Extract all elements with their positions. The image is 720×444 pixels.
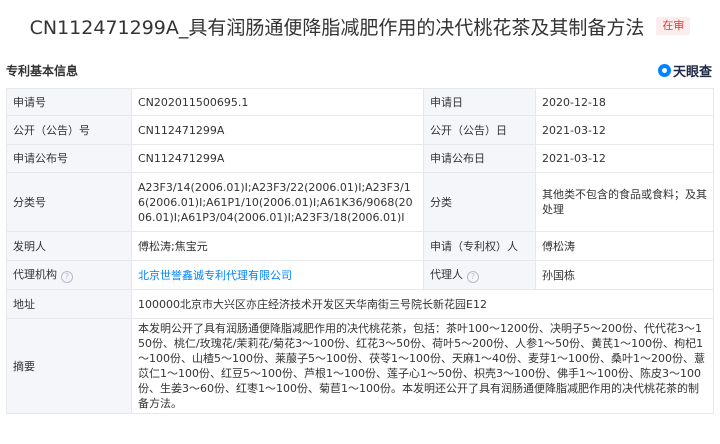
publication-no-value: CN112471299A <box>131 115 424 145</box>
publication-no-label: 公开（公告）号 <box>6 115 132 145</box>
section-title: 专利基本信息 <box>6 63 79 78</box>
application-no-label: 申请号 <box>6 88 132 116</box>
app-pub-no-value: CN112471299A <box>131 144 424 173</box>
agent-label: 代理人 <box>430 268 463 281</box>
agent-label-cell: 代理人? <box>423 260 536 290</box>
ipc-label: 分类号 <box>6 172 132 232</box>
publication-date-value: 2021-03-12 <box>535 115 714 145</box>
status-badge: 在审 <box>656 17 691 35</box>
applicant-value: 傅松涛 <box>535 231 714 261</box>
help-icon[interactable]: ? <box>467 271 479 283</box>
app-pub-date-label: 申请公布日 <box>423 144 536 173</box>
agency-label: 代理机构 <box>13 268 57 281</box>
title-row: CN112471299A_具有润肠通便降脂减肥作用的决代桃花茶及其制备方法 在审 <box>0 0 720 52</box>
applicant-label: 申请（专利权）人 <box>423 231 536 261</box>
publication-date-label: 公开（公告）日 <box>423 115 536 145</box>
application-date-label: 申请日 <box>423 88 536 116</box>
abstract-label: 摘要 <box>6 318 132 414</box>
app-pub-date-value: 2021-03-12 <box>535 144 714 173</box>
patent-info-table: 申请号 CN202011500695.1 申请日 2020-12-18 公开（公… <box>6 88 714 414</box>
inventor-label: 发明人 <box>6 231 132 261</box>
abstract-value: 本发明公开了具有润肠通便降脂减肥作用的决代桃花茶，包括：茶叶100～1200份、… <box>131 318 714 414</box>
table-row: 公开（公告）号 CN112471299A 公开（公告）日 2021-03-12 <box>6 115 714 145</box>
table-row: 代理机构? 北京世誉鑫诚专利代理有限公司 代理人? 孙国栋 <box>6 260 714 290</box>
app-pub-no-label: 申请公布号 <box>6 144 132 173</box>
brand-name: 天眼查 <box>672 64 712 80</box>
application-date-value: 2020-12-18 <box>535 88 714 116</box>
agency-label-cell: 代理机构? <box>6 260 132 290</box>
category-label: 分类 <box>423 172 536 232</box>
table-row: 发明人 傅松涛;焦宝元 申请（专利权）人 傅松涛 <box>6 231 714 261</box>
table-row: 摘要 本发明公开了具有润肠通便降脂减肥作用的决代桃花茶，包括：茶叶100～120… <box>6 318 714 414</box>
category-value: 其他类不包含的食品或食料；及其处理 <box>535 172 714 232</box>
table-row: 分类号 A23F3/14(2006.01)I;A23F3/22(2006.01)… <box>6 172 714 232</box>
help-icon[interactable]: ? <box>61 271 73 283</box>
table-row: 地址 100000北京市大兴区亦庄经济技术开发区天华南街三号院长新花园E12 <box>6 289 714 319</box>
application-no-value: CN202011500695.1 <box>131 88 424 116</box>
brand-logo[interactable]: 天眼查 <box>657 61 712 80</box>
tianyancha-icon <box>657 63 671 77</box>
section-header: 专利基本信息 天眼查 <box>6 60 712 80</box>
agent-value: 孙国栋 <box>535 260 714 290</box>
inventor-value: 傅松涛;焦宝元 <box>131 231 424 261</box>
address-value: 100000北京市大兴区亦庄经济技术开发区天华南街三号院长新花园E12 <box>131 289 714 319</box>
ipc-value: A23F3/14(2006.01)I;A23F3/22(2006.01)I;A2… <box>131 172 424 232</box>
table-row: 申请号 CN202011500695.1 申请日 2020-12-18 <box>6 88 714 116</box>
patent-title: CN112471299A_具有润肠通便降脂减肥作用的决代桃花茶及其制备方法 <box>29 16 645 39</box>
agency-link[interactable]: 北京世誉鑫诚专利代理有限公司 <box>131 260 424 290</box>
address-label: 地址 <box>6 289 132 319</box>
table-row: 申请公布号 CN112471299A 申请公布日 2021-03-12 <box>6 144 714 173</box>
